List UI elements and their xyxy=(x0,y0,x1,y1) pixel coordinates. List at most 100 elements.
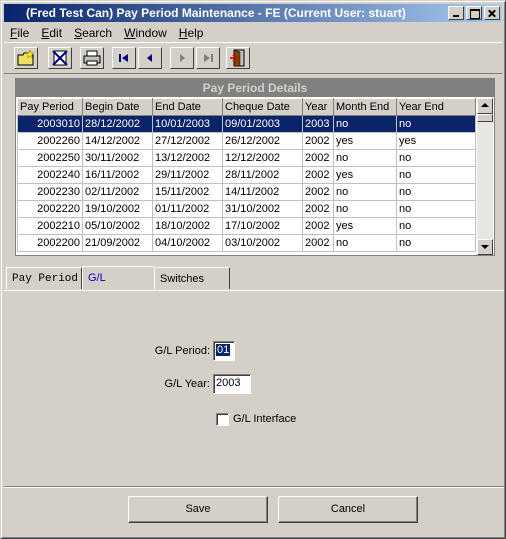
menu-edit[interactable]: Edit xyxy=(35,24,68,42)
table-cell: 28/12/2002 xyxy=(82,115,153,133)
table-cell: 2002 xyxy=(302,200,334,218)
next-record-icon xyxy=(180,54,185,62)
grid-scrollbar[interactable] xyxy=(477,98,493,255)
last-record-icon xyxy=(204,54,213,62)
delete-button[interactable] xyxy=(48,47,72,69)
table-row[interactable]: 2002220 19/10/2002 01/11/2002 31/10/2002 200… xyxy=(17,200,476,218)
cancel-button[interactable]: Cancel xyxy=(278,496,418,523)
first-record-button[interactable] xyxy=(112,47,136,69)
gl-tab-panel: G/L Period: 01 G/L Year: 2003 G/L Interf… xyxy=(4,291,504,486)
table-cell: 2003010 xyxy=(17,115,83,133)
table-row[interactable]: 2002210 05/10/2002 18/10/2002 17/10/2002 200… xyxy=(17,217,476,235)
gl-year-field[interactable]: 2003 xyxy=(213,374,251,394)
table-cell: no xyxy=(333,200,397,218)
col-month-end[interactable]: Month End xyxy=(333,98,397,116)
table-cell: 01/11/2002 xyxy=(152,200,223,218)
maximize-button[interactable] xyxy=(466,6,482,20)
table-cell: 30/11/2002 xyxy=(82,149,153,167)
table-cell: 19/10/2002 xyxy=(82,200,153,218)
table-cell: 14/12/2002 xyxy=(82,132,153,150)
last-record-button[interactable] xyxy=(196,47,220,69)
grid-title: Pay Period Details xyxy=(16,79,494,97)
new-button[interactable] xyxy=(14,47,38,69)
table-cell: 02/11/2002 xyxy=(82,183,153,201)
delete-icon xyxy=(52,50,68,66)
exit-door-icon xyxy=(230,49,245,67)
scroll-up-button[interactable] xyxy=(477,98,493,114)
minimize-button[interactable] xyxy=(448,6,464,20)
table-row[interactable]: 2003010 28/12/2002 10/01/2003 09/01/2003 200… xyxy=(17,115,476,133)
col-pay-period[interactable]: Pay Period xyxy=(17,98,83,116)
gl-interface-label: G/L Interface xyxy=(233,413,297,425)
table-cell: 09/01/2003 xyxy=(222,115,303,133)
table-cell: 28/11/2002 xyxy=(222,166,303,184)
close-button[interactable] xyxy=(484,6,500,20)
table-cell: 2002 xyxy=(302,132,334,150)
table-cell: yes xyxy=(333,217,397,235)
table-cell: 18/10/2002 xyxy=(152,217,223,235)
col-year[interactable]: Year xyxy=(302,98,334,116)
menu-window[interactable]: Window xyxy=(118,24,173,42)
main-window: (Fred Test Can) Pay Period Maintenance -… xyxy=(0,0,506,539)
gl-period-label: G/L Period: xyxy=(154,345,210,357)
print-button[interactable] xyxy=(80,47,104,69)
window-title: (Fred Test Can) Pay Period Maintenance -… xyxy=(26,6,406,20)
table-cell: 04/10/2002 xyxy=(152,234,223,252)
table-cell: 2002240 xyxy=(17,166,83,184)
table-cell: 10/01/2003 xyxy=(152,115,223,133)
table-row[interactable]: 2002200 21/09/2002 04/10/2002 03/10/2002 200… xyxy=(17,234,476,252)
table-cell: 2002 xyxy=(302,183,334,201)
tab-switches[interactable]: Switches xyxy=(154,267,230,289)
gl-interface-checkbox[interactable] xyxy=(216,413,229,426)
toolbar xyxy=(4,42,502,74)
table-cell: 12/12/2002 xyxy=(222,149,303,167)
menu-bar: File Edit Search Window Help xyxy=(4,24,209,42)
title-bar[interactable]: (Fred Test Can) Pay Period Maintenance -… xyxy=(4,4,502,22)
table-row[interactable]: 2002250 30/11/2002 13/12/2002 12/12/2002 200… xyxy=(17,149,476,167)
gl-period-field[interactable]: 01 xyxy=(213,341,235,361)
tab-gl[interactable]: G/L xyxy=(82,266,154,291)
table-row[interactable]: 2002260 14/12/2002 27/12/2002 26/12/2002 200… xyxy=(17,132,476,150)
table-cell: no xyxy=(396,149,476,167)
previous-record-icon xyxy=(147,54,152,62)
tab-pay-period[interactable]: Pay Period xyxy=(6,267,82,289)
menu-search[interactable]: Search xyxy=(68,24,118,42)
tab-strip: Pay Period G/L Switches xyxy=(4,266,504,291)
table-cell: yes xyxy=(333,166,397,184)
table-cell: 21/09/2002 xyxy=(82,234,153,252)
save-button[interactable]: Save xyxy=(128,496,268,523)
gl-year-label: G/L Year: xyxy=(164,378,210,390)
table-cell: 26/12/2002 xyxy=(222,132,303,150)
gl-year-value: 2003 xyxy=(216,377,241,389)
table-cell: 2002250 xyxy=(17,149,83,167)
previous-record-button[interactable] xyxy=(138,47,162,69)
menu-help[interactable]: Help xyxy=(173,24,210,42)
table-cell: no xyxy=(333,115,397,133)
table-cell: yes xyxy=(396,132,476,150)
scroll-thumb[interactable] xyxy=(477,114,493,122)
table-row[interactable]: 2002230 02/11/2002 15/11/2002 14/11/2002 200… xyxy=(17,183,476,201)
table-cell: no xyxy=(396,115,476,133)
col-year-end[interactable]: Year End xyxy=(396,98,476,116)
next-record-button[interactable] xyxy=(170,47,194,69)
pay-period-grid[interactable]: Pay Period Begin Date End Date Cheque Da… xyxy=(17,98,477,252)
window-controls xyxy=(446,6,500,20)
table-cell: 15/11/2002 xyxy=(152,183,223,201)
bottom-separator xyxy=(4,486,504,488)
menu-file[interactable]: File xyxy=(4,24,35,42)
col-begin-date[interactable]: Begin Date xyxy=(82,98,153,116)
col-cheque-date[interactable]: Cheque Date xyxy=(222,98,303,116)
table-cell: 2002 xyxy=(302,166,334,184)
gl-period-value: 01 xyxy=(216,344,231,356)
pay-period-table: Pay Period Begin Date End Date Cheque Da… xyxy=(17,98,476,252)
exit-button[interactable] xyxy=(226,47,250,69)
table-cell: 03/10/2002 xyxy=(222,234,303,252)
table-cell: no xyxy=(396,183,476,201)
scroll-down-button[interactable] xyxy=(477,239,493,255)
print-icon xyxy=(83,50,101,66)
table-cell: 31/10/2002 xyxy=(222,200,303,218)
table-row[interactable]: 2002240 16/11/2002 29/11/2002 28/11/2002 200… xyxy=(17,166,476,184)
table-cell: no xyxy=(396,234,476,252)
col-end-date[interactable]: End Date xyxy=(152,98,223,116)
table-cell: 27/12/2002 xyxy=(152,132,223,150)
